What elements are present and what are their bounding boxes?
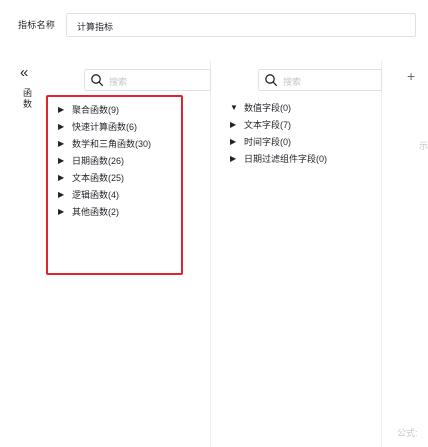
caret-right-icon: ▶ (58, 122, 65, 131)
field-category-list: ▼ 数值字段(0) ▶ 文本字段(7) ▶ 时间字段(0) ▶ 日期过滤组件字段(0) (230, 99, 327, 167)
metric-name-value: 计算指标 (77, 22, 114, 32)
function-category-list: ▶ 聚合函数(9) ▶ 快速计算函数(6) ▶ 数学和三角函数(30) ▶ 日期函数(2… (58, 101, 151, 220)
caret-right-icon: ▶ (230, 154, 237, 163)
function-rail-label: 函数 (23, 88, 33, 109)
function-search-placeholder: 搜索 (109, 77, 128, 87)
caret-right-icon: ▶ (58, 105, 65, 114)
caret-right-icon: ▶ (58, 156, 65, 165)
field-category-item[interactable]: ▶ 日期过滤组件字段(0) (230, 150, 327, 167)
function-category-item[interactable]: ▶ 其他函数(2) (58, 203, 151, 220)
field-category-label: 时间字段(0) (244, 137, 291, 147)
function-category-item[interactable]: ▶ 文本函数(25) (58, 169, 151, 186)
caret-down-icon: ▼ (230, 103, 238, 112)
function-category-highlight: ▶ 聚合函数(9) ▶ 快速计算函数(6) ▶ 数学和三角函数(30) ▶ 日期函数(2… (46, 95, 183, 275)
field-category-label: 数值字段(0) (244, 103, 291, 113)
example-placeholder: 示例: (419, 141, 428, 151)
function-category-item[interactable]: ▶ 快速计算函数(6) (58, 118, 151, 135)
field-category-label: 文本字段(7) (244, 120, 291, 130)
caret-right-icon: ▶ (230, 120, 237, 129)
function-category-label: 数学和三角函数(30) (72, 139, 152, 149)
search-icon (90, 73, 104, 87)
field-category-item[interactable]: ▶ 时间字段(0) (230, 133, 327, 150)
name-bar: 指标名称 计算指标 (0, 0, 428, 44)
search-icon (264, 73, 278, 87)
caret-right-icon: ▶ (58, 173, 65, 182)
field-category-item[interactable]: ▼ 数值字段(0) (230, 99, 327, 116)
field-category-label: 日期过滤组件字段(0) (244, 154, 327, 164)
field-pane: 搜索 ▼ 数值字段(0) ▶ 文本字段(7) ▶ 时间字段(0) ▶ 日期过滤组件字段(… (212, 60, 382, 447)
formula-placeholder: 公式: (397, 428, 418, 438)
metric-name-label: 指标名称 (18, 20, 56, 30)
add-icon[interactable]: + (407, 69, 415, 83)
caret-right-icon: ▶ (58, 139, 65, 148)
collapse-left-icon[interactable]: « (20, 65, 38, 80)
function-category-item[interactable]: ▶ 数学和三角函数(30) (58, 135, 151, 152)
caret-right-icon: ▶ (58, 207, 65, 216)
function-pane: 搜索 ▶ 聚合函数(9) ▶ 快速计算函数(6) ▶ 数学和三角函数(30) ▶ 日期函… (46, 60, 211, 447)
field-search-placeholder: 搜索 (283, 77, 302, 87)
function-category-label: 逻辑函数(4) (72, 190, 119, 200)
caret-right-icon: ▶ (230, 137, 237, 146)
function-category-label: 聚合函数(9) (72, 105, 119, 115)
function-category-label: 其他函数(2) (72, 207, 119, 217)
metric-name-input[interactable]: 计算指标 (66, 13, 416, 37)
function-rail: « 函数 (20, 65, 42, 146)
caret-right-icon: ▶ (58, 190, 65, 199)
function-category-item[interactable]: ▶ 聚合函数(9) (58, 101, 151, 118)
field-search-input[interactable]: 搜索 (258, 69, 382, 91)
function-category-item[interactable]: ▶ 日期函数(26) (58, 152, 151, 169)
function-category-item[interactable]: ▶ 逻辑函数(4) (58, 186, 151, 203)
function-category-label: 日期函数(26) (72, 156, 125, 166)
function-category-label: 文本函数(25) (72, 173, 125, 183)
field-category-item[interactable]: ▶ 文本字段(7) (230, 116, 327, 133)
function-category-label: 快速计算函数(6) (72, 122, 137, 132)
formula-editor-pane[interactable]: + 示例: 公式: (383, 60, 428, 447)
function-search-input[interactable]: 搜索 (84, 69, 211, 91)
